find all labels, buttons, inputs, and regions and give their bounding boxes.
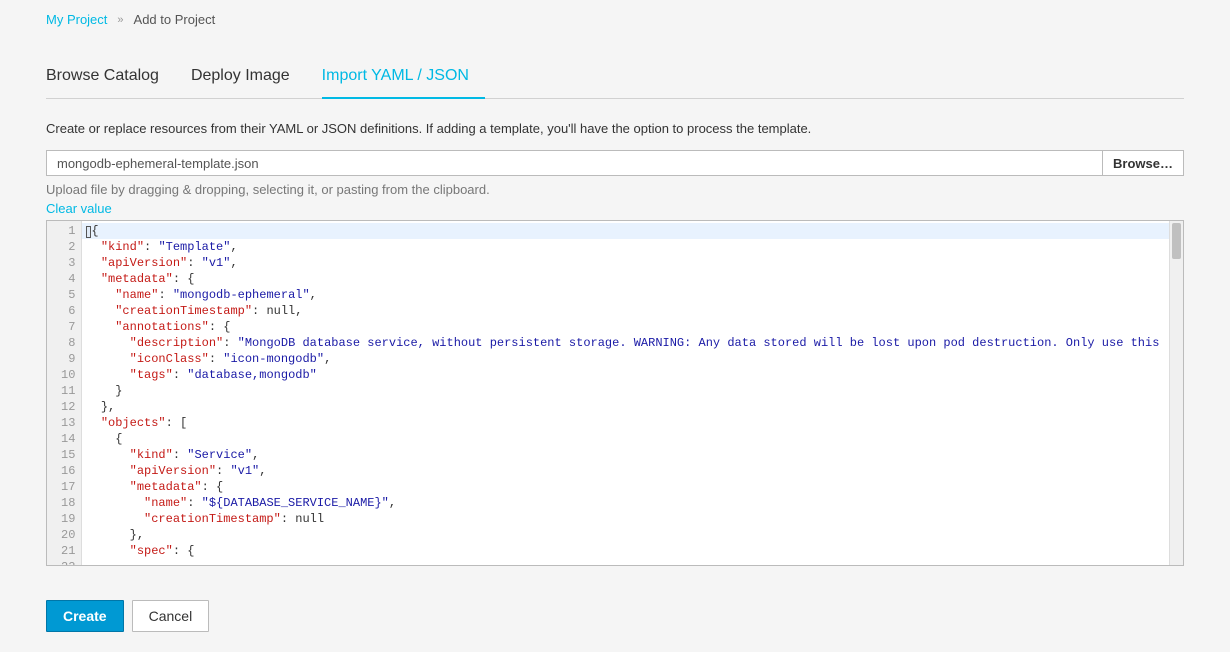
scroll-thumb[interactable] [1172,223,1181,259]
breadcrumb-project-link[interactable]: My Project [46,12,107,27]
tab-deploy-image[interactable]: Deploy Image [191,57,306,99]
tab-browse-catalog[interactable]: Browse Catalog [46,57,175,99]
breadcrumb-current: Add to Project [134,12,216,27]
chevron-right-icon: » [117,14,123,26]
browse-button[interactable]: Browse… [1102,150,1184,176]
clear-value-link[interactable]: Clear value [46,201,112,216]
breadcrumb: My Project » Add to Project [46,10,1184,35]
editor-code-area[interactable]: { "kind": "Template", "apiVersion": "v1"… [82,221,1183,565]
tab-bar: Browse Catalog Deploy Image Import YAML … [46,57,1184,99]
vertical-scrollbar[interactable] [1169,221,1183,565]
upload-hint: Upload file by dragging & dropping, sele… [46,182,1184,197]
button-row: Create Cancel [46,600,1184,632]
create-button[interactable]: Create [46,600,124,632]
file-name-input[interactable] [46,150,1102,176]
cancel-button[interactable]: Cancel [132,600,210,632]
code-editor[interactable]: 12345678910111213141516171819202122 { "k… [46,220,1184,566]
page-description: Create or replace resources from their Y… [46,121,1184,136]
tab-import-yaml-json[interactable]: Import YAML / JSON [322,57,485,99]
editor-gutter: 12345678910111213141516171819202122 [47,221,82,565]
file-row: Browse… [46,150,1184,176]
